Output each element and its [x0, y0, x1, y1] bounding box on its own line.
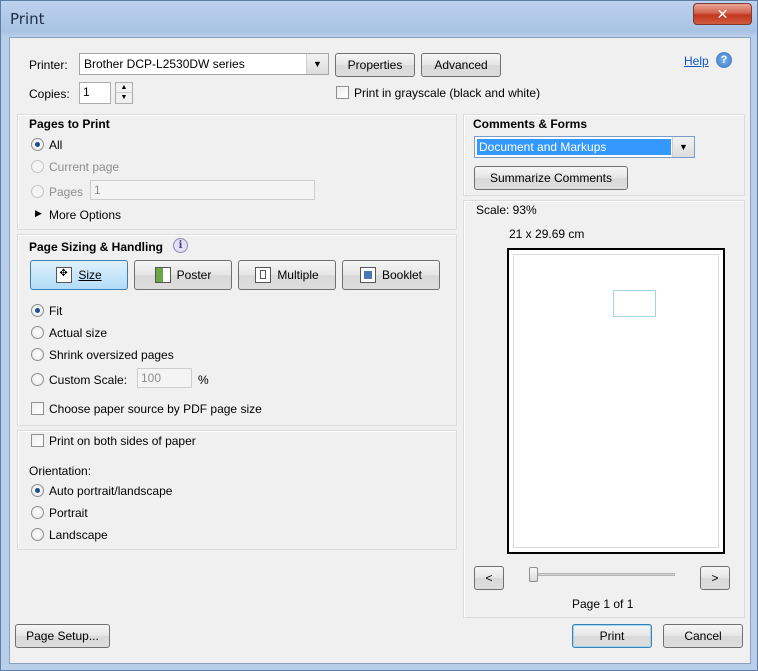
page-content-box — [613, 290, 656, 317]
all-pages-radio[interactable] — [31, 138, 44, 151]
size-mode-button[interactable]: ✥ Size — [30, 260, 128, 290]
expand-triangle-icon[interactable]: ▶ — [35, 208, 42, 219]
copies-stepper[interactable]: ▲ ▼ — [115, 82, 133, 104]
close-button[interactable]: ✕ — [693, 3, 752, 25]
printer-select-value: Brother DCP-L2530DW series — [84, 57, 245, 71]
page-setup-label: Page Setup... — [26, 629, 99, 643]
previous-page-button[interactable]: < — [474, 566, 504, 590]
custom-scale-input[interactable]: 100 — [137, 368, 192, 388]
orientation-label: Orientation: — [29, 464, 92, 478]
fit-radio[interactable] — [31, 304, 44, 317]
both-sides-label: Print on both sides of paper — [49, 434, 196, 448]
dialog-body: Printer: Brother DCP-L2530DW series ▼ Pr… — [9, 37, 751, 664]
page-slider-track[interactable] — [530, 573, 675, 576]
chevron-down-icon: ▼ — [306, 54, 328, 74]
page-indicator: Page 1 of 1 — [572, 597, 634, 611]
cancel-button[interactable]: Cancel — [663, 624, 743, 648]
cancel-button-label: Cancel — [684, 629, 722, 643]
close-icon: ✕ — [716, 5, 729, 22]
poster-mode-label: Poster — [176, 268, 212, 282]
summarize-comments-button[interactable]: Summarize Comments — [474, 166, 628, 190]
copies-input[interactable]: 1 — [79, 82, 111, 104]
chevron-down-icon: ▼ — [672, 137, 694, 157]
portrait-radio[interactable] — [31, 506, 44, 519]
advanced-button[interactable]: Advanced — [421, 53, 501, 77]
summarize-comments-label: Summarize Comments — [489, 171, 613, 185]
all-pages-label: All — [49, 138, 63, 152]
multiple-pages-icon — [255, 267, 272, 283]
comments-forms-title: Comments & Forms — [473, 117, 588, 131]
grayscale-checkbox[interactable] — [336, 86, 349, 99]
printer-label: Printer: — [29, 58, 68, 72]
page-setup-button[interactable]: Page Setup... — [15, 624, 110, 648]
chevron-up-icon[interactable]: ▲ — [116, 83, 132, 93]
pages-to-print-title: Pages to Print — [29, 117, 110, 131]
title-bar[interactable]: Print ✕ — [1, 1, 757, 37]
poster-mode-button[interactable]: Poster — [134, 260, 232, 290]
size-mode-label: Size — [78, 268, 102, 282]
copies-label: Copies: — [29, 87, 70, 101]
page-slider-thumb[interactable] — [529, 567, 538, 582]
scale-readout: Scale: 93% — [476, 203, 537, 217]
print-dialog: Print ✕ Printer: Brother DCP-L2530DW ser… — [0, 0, 758, 671]
print-button[interactable]: Print — [572, 624, 652, 648]
custom-scale-label: Custom Scale: — [49, 373, 128, 387]
printer-select[interactable]: Brother DCP-L2530DW series ▼ — [79, 53, 329, 75]
actual-size-label: Actual size — [49, 326, 108, 340]
page-sizing-title: Page Sizing & Handling — [29, 240, 164, 254]
more-options-link[interactable]: More Options — [49, 208, 121, 222]
next-page-button[interactable]: > — [700, 566, 730, 590]
multiple-mode-label: Multiple — [277, 268, 319, 282]
booklet-icon — [359, 267, 376, 283]
poster-icon — [154, 267, 171, 283]
landscape-radio[interactable] — [31, 528, 44, 541]
help-icon[interactable]: ? — [716, 52, 732, 68]
multiple-mode-button[interactable]: Multiple — [238, 260, 336, 290]
next-page-icon: > — [711, 571, 719, 585]
auto-orientation-label: Auto portrait/landscape — [49, 484, 173, 498]
pages-range-input[interactable]: 1 — [90, 180, 315, 200]
shrink-oversized-radio[interactable] — [31, 348, 44, 361]
landscape-label: Landscape — [49, 528, 108, 542]
comments-forms-select[interactable]: Document and Markups ▼ — [474, 136, 695, 158]
properties-button[interactable]: Properties — [335, 53, 415, 77]
properties-button-label: Properties — [347, 58, 403, 72]
portrait-label: Portrait — [49, 506, 88, 520]
page-dimensions: 21 x 29.69 cm — [509, 227, 585, 241]
both-sides-checkbox[interactable] — [31, 434, 44, 447]
current-page-label: Current page — [49, 160, 120, 174]
grayscale-label: Print in grayscale (black and white) — [354, 86, 541, 100]
window-title: Print — [10, 10, 45, 28]
pages-radio[interactable] — [31, 185, 44, 198]
pages-label: Pages — [49, 185, 84, 199]
size-icon: ✥ — [56, 267, 73, 283]
advanced-button-label: Advanced — [434, 58, 488, 72]
info-icon[interactable]: i — [173, 238, 188, 253]
previous-page-icon: < — [485, 571, 493, 585]
sizing-mode-buttons: ✥ Size Poster Multiple Booklet — [30, 260, 450, 290]
shrink-oversized-label: Shrink oversized pages — [49, 348, 174, 362]
paper-source-checkbox[interactable] — [31, 402, 44, 415]
current-page-radio[interactable] — [31, 160, 44, 173]
percent-label: % — [198, 373, 209, 387]
fit-label: Fit — [49, 304, 63, 318]
comments-forms-value: Document and Markups — [479, 140, 607, 154]
page-preview — [507, 248, 725, 554]
print-button-label: Print — [599, 629, 625, 643]
chevron-down-icon[interactable]: ▼ — [116, 93, 132, 103]
actual-size-radio[interactable] — [31, 326, 44, 339]
booklet-mode-button[interactable]: Booklet — [342, 260, 440, 290]
help-link[interactable]: Help — [684, 54, 709, 68]
booklet-mode-label: Booklet — [381, 268, 423, 282]
paper-source-label: Choose paper source by PDF page size — [49, 402, 262, 416]
auto-orientation-radio[interactable] — [31, 484, 44, 497]
custom-scale-radio[interactable] — [31, 373, 44, 386]
